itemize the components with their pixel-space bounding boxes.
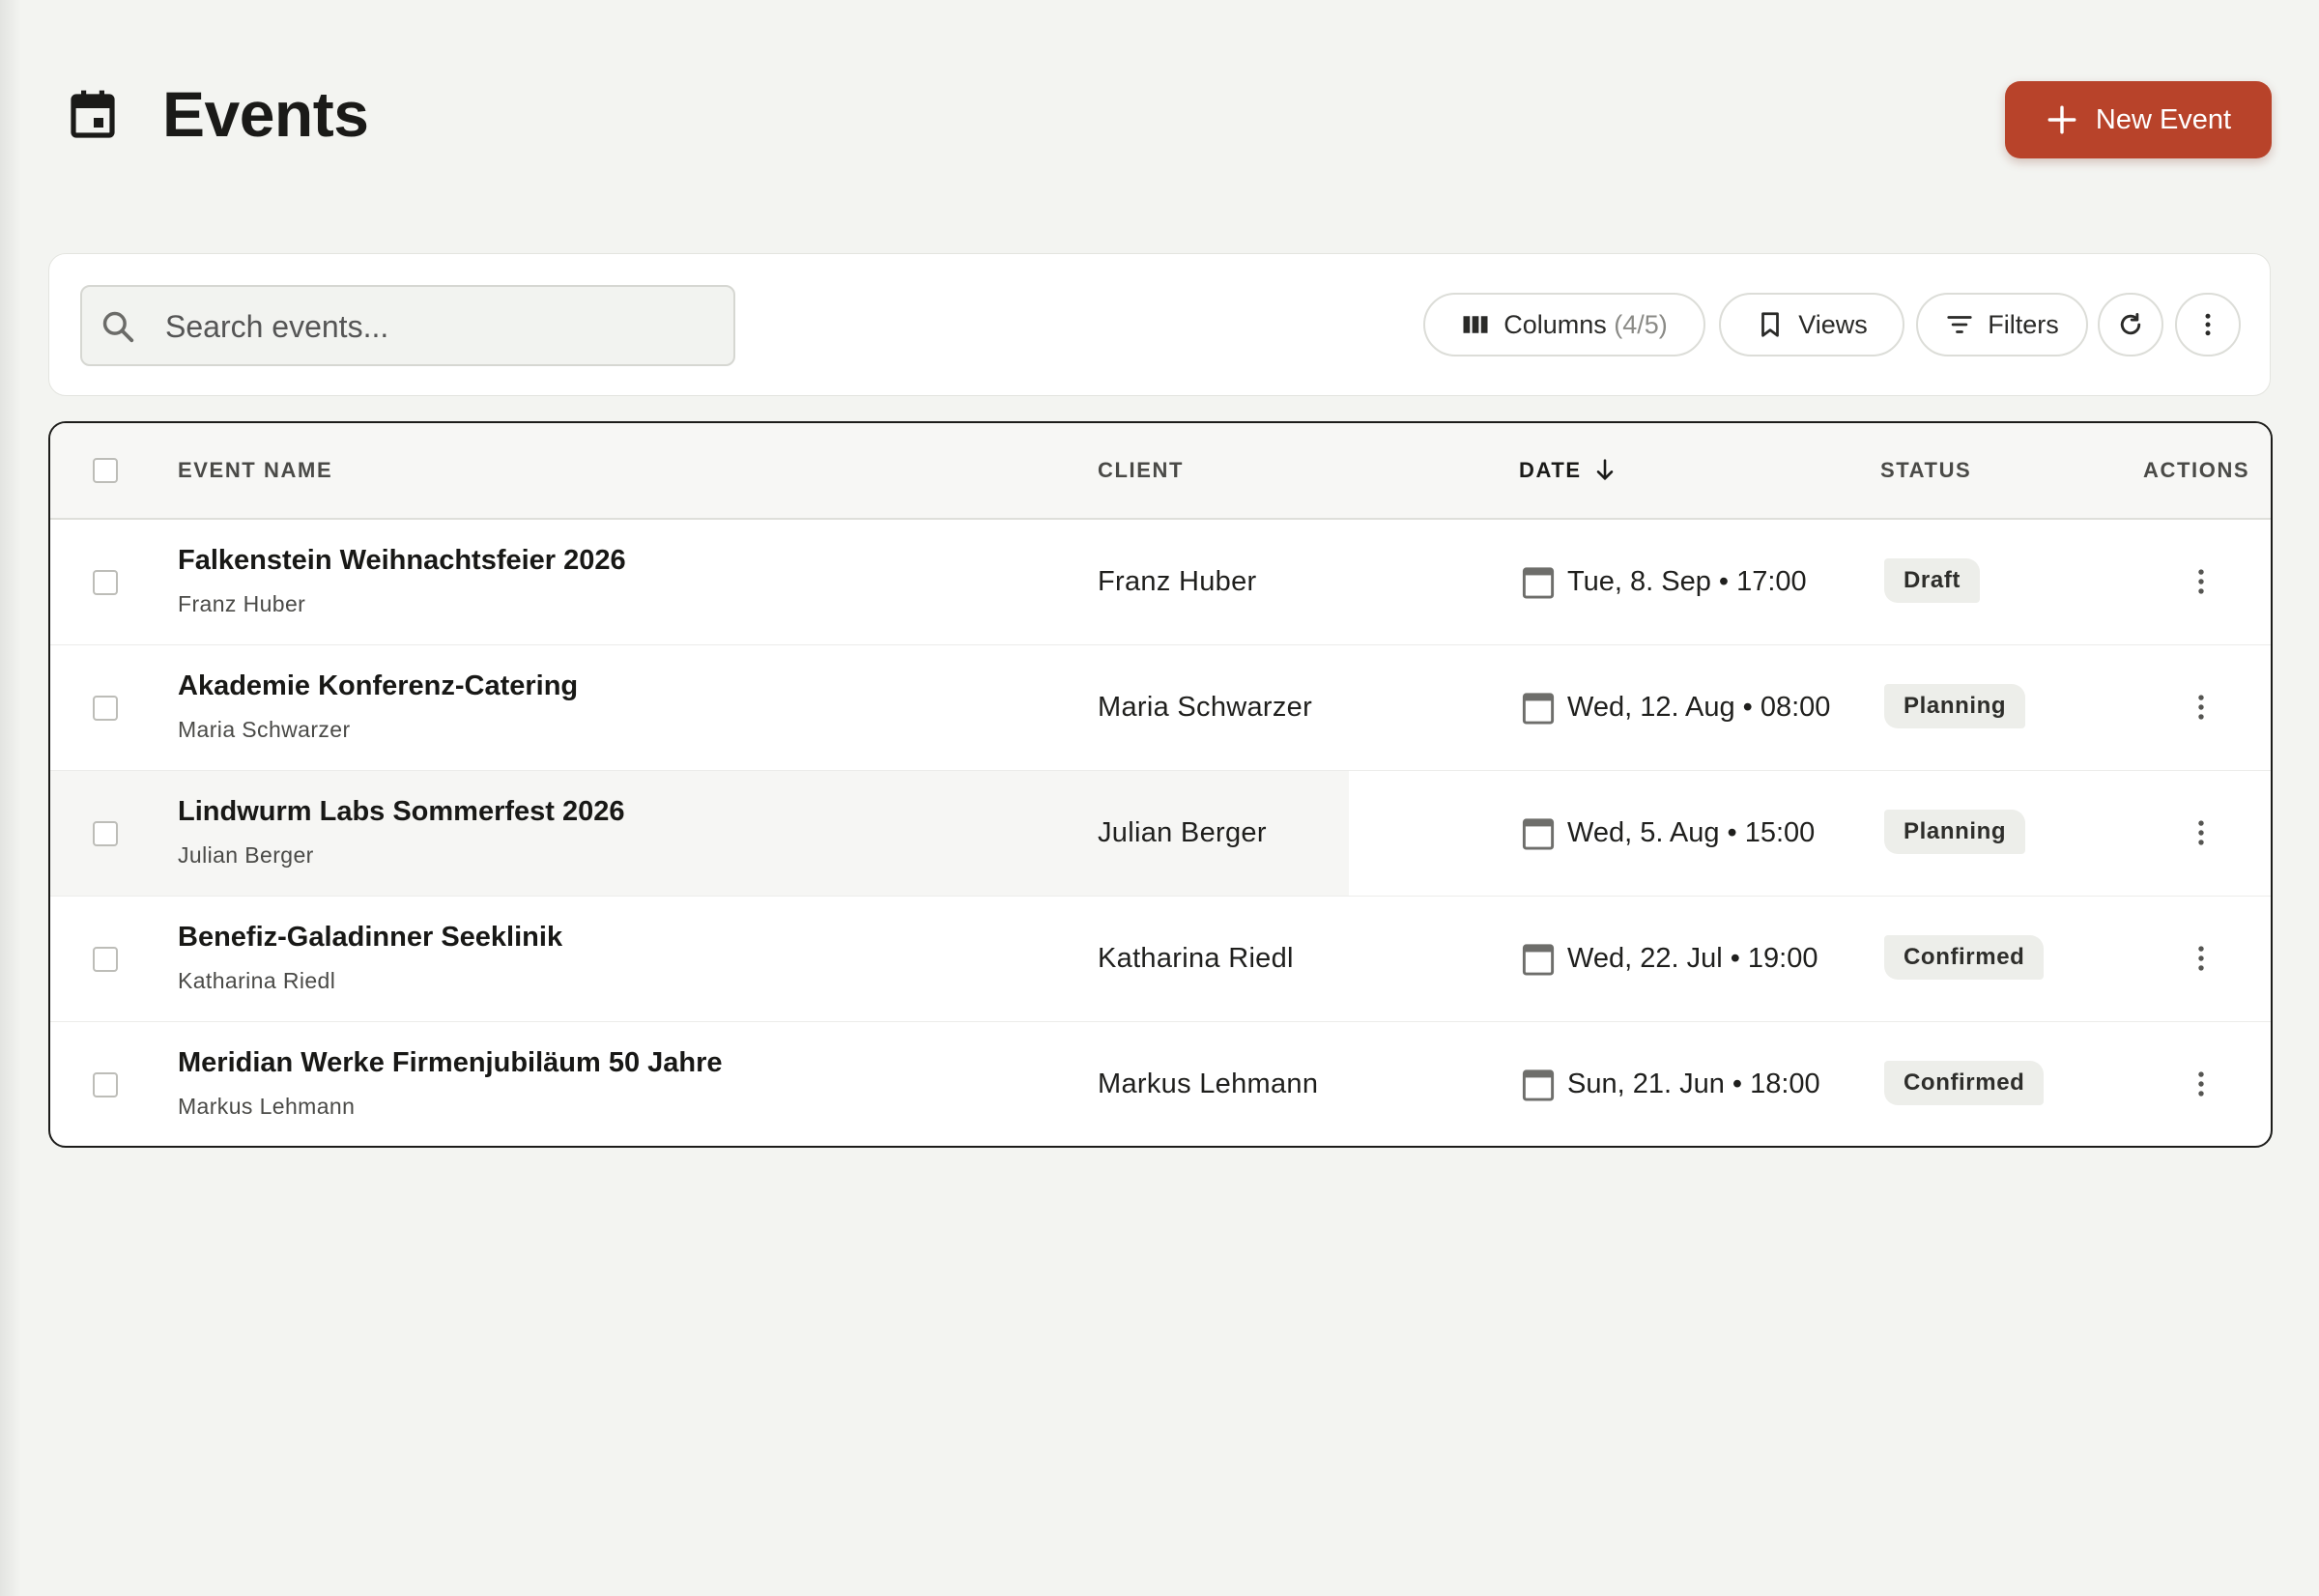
event-date: Wed, 5. Aug • 15:00 [1521, 813, 1815, 852]
event-name[interactable]: Akademie Konferenz-Catering [178, 670, 578, 702]
more-vertical-icon [2198, 946, 2204, 971]
event-subtitle: Julian Berger [178, 842, 314, 868]
more-options-button[interactable] [2175, 293, 2241, 356]
page-header: Events New Event [0, 0, 2319, 222]
event-date: Sun, 21. Jun • 18:00 [1521, 1065, 1820, 1103]
calendar-icon [1522, 944, 1555, 976]
more-vertical-icon [2198, 820, 2204, 845]
calendar-icon [1522, 567, 1555, 599]
row-checkbox[interactable] [93, 1072, 118, 1097]
status-badge: Draft [1884, 558, 1981, 603]
columns-label: Columns (4/5) [1503, 309, 1668, 339]
calendar-icon [1522, 693, 1555, 725]
calendar-icon [71, 90, 115, 138]
event-name[interactable]: Falkenstein Weihnachtsfeier 2026 [178, 545, 626, 577]
filters-label: Filters [1988, 309, 2059, 339]
table-row[interactable]: Benefiz-Galadinner Seeklinik Katharina R… [50, 897, 2271, 1022]
event-name[interactable]: Lindwurm Labs Sommerfest 2026 [178, 796, 625, 828]
table-toolbar: Columns (4/5) Views Filters [48, 253, 2271, 396]
new-event-button[interactable]: New Event [2005, 81, 2272, 158]
calendar-icon [1522, 1069, 1555, 1101]
filter-icon [1947, 316, 1972, 333]
column-header-actions: ACTIONS [2143, 458, 2250, 482]
event-client: Franz Huber [1098, 566, 1257, 597]
event-date-text: Tue, 8. Sep • 17:00 [1567, 565, 1807, 597]
event-client: Maria Schwarzer [1098, 692, 1313, 723]
search-input[interactable] [163, 287, 708, 366]
row-checkbox[interactable] [93, 821, 118, 846]
event-subtitle: Franz Huber [178, 591, 306, 616]
new-event-label: New Event [2095, 103, 2232, 135]
event-date-text: Wed, 5. Aug • 15:00 [1567, 816, 1816, 848]
columns-icon [1463, 316, 1488, 333]
column-header-date[interactable]: DATE [1519, 423, 1618, 518]
table-row[interactable]: Akademie Konferenz-Catering Maria Schwar… [50, 645, 2271, 771]
events-table: EVENT NAME CLIENT DATE STATUS ACTIONS Fa… [48, 421, 2273, 1148]
calendar-icon [1522, 818, 1555, 850]
row-checkbox[interactable] [93, 570, 118, 595]
row-actions-button[interactable] [2182, 688, 2220, 727]
page-title: Events [162, 78, 369, 150]
event-date: Wed, 22. Jul • 19:00 [1521, 939, 1818, 978]
table-header: EVENT NAME CLIENT DATE STATUS ACTIONS [50, 423, 2271, 520]
event-client: Julian Berger [1098, 817, 1267, 848]
column-header-date-label: DATE [1519, 458, 1582, 482]
table-row[interactable]: Falkenstein Weihnachtsfeier 2026 Franz H… [50, 520, 2271, 645]
more-vertical-icon [2205, 313, 2211, 336]
search-box [80, 285, 735, 366]
event-subtitle: Maria Schwarzer [178, 717, 351, 742]
search-icon [102, 311, 134, 343]
row-actions-button[interactable] [2182, 1065, 2220, 1103]
event-date: Wed, 12. Aug • 08:00 [1521, 688, 1830, 727]
row-checkbox[interactable] [93, 947, 118, 972]
bookmark-icon [1761, 312, 1780, 337]
more-vertical-icon [2198, 695, 2204, 720]
event-date-text: Wed, 12. Aug • 08:00 [1567, 691, 1831, 723]
select-all-checkbox[interactable] [93, 458, 118, 483]
event-date-text: Sun, 21. Jun • 18:00 [1567, 1068, 1820, 1099]
views-button[interactable]: Views [1719, 293, 1904, 356]
row-actions-button[interactable] [2182, 813, 2220, 852]
filters-button[interactable]: Filters [1916, 293, 2088, 356]
refresh-button[interactable] [2098, 293, 2163, 356]
more-vertical-icon [2198, 569, 2204, 594]
row-checkbox[interactable] [93, 696, 118, 721]
refresh-icon [2120, 312, 2141, 335]
more-vertical-icon [2198, 1071, 2204, 1097]
left-edge-shadow [0, 0, 21, 1596]
table-row[interactable]: Lindwurm Labs Sommerfest 2026 Julian Ber… [50, 771, 2271, 897]
row-actions-button[interactable] [2182, 939, 2220, 978]
status-badge: Confirmed [1884, 1061, 2045, 1105]
event-name[interactable]: Meridian Werke Firmenjubiläum 50 Jahre [178, 1047, 723, 1079]
event-subtitle: Katharina Riedl [178, 968, 336, 993]
event-client: Markus Lehmann [1098, 1069, 1319, 1099]
views-label: Views [1798, 309, 1868, 339]
status-badge: Planning [1884, 810, 2026, 854]
column-header-event-name[interactable]: EVENT NAME [178, 423, 332, 518]
event-subtitle: Markus Lehmann [178, 1094, 356, 1119]
status-badge: Planning [1884, 684, 2026, 728]
event-date: Tue, 8. Sep • 17:00 [1521, 562, 1807, 601]
column-header-client[interactable]: CLIENT [1098, 423, 1184, 518]
event-name[interactable]: Benefiz-Galadinner Seeklinik [178, 922, 562, 954]
column-header-status[interactable]: STATUS [1880, 423, 1971, 518]
table-row[interactable]: Meridian Werke Firmenjubiläum 50 Jahre M… [50, 1022, 2271, 1146]
columns-button[interactable]: Columns (4/5) [1423, 293, 1705, 356]
event-date-text: Wed, 22. Jul • 19:00 [1567, 942, 1818, 974]
status-badge: Confirmed [1884, 935, 2045, 980]
event-client: Katharina Riedl [1098, 943, 1294, 974]
plus-icon [2047, 105, 2076, 134]
row-actions-button[interactable] [2182, 562, 2220, 601]
columns-count: (4/5) [1614, 309, 1668, 339]
arrow-down-icon [1596, 459, 1613, 480]
